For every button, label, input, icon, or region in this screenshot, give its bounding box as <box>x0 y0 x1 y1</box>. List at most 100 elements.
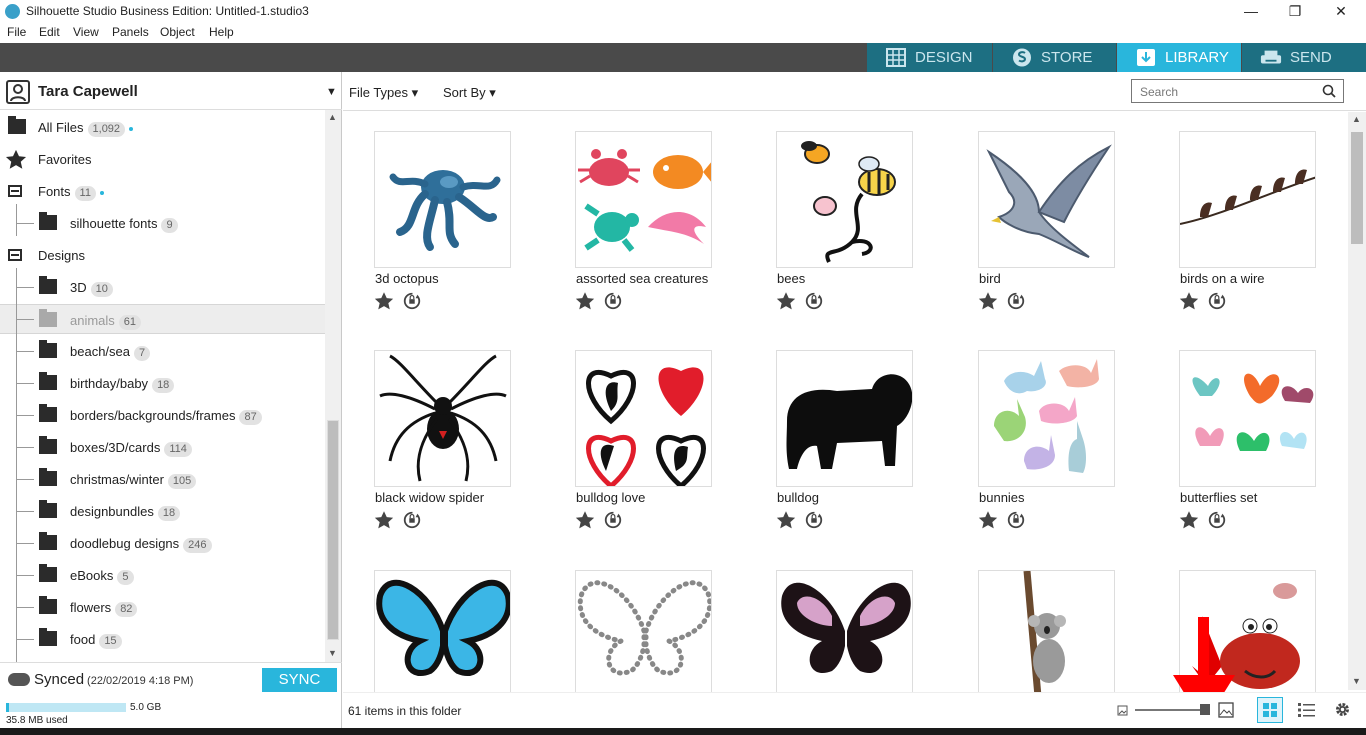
grid-scrollbar[interactable]: ▲ ▼ <box>1348 112 1366 690</box>
collapse-icon[interactable] <box>8 249 22 261</box>
design-card-birds-on-a-wire[interactable]: birds on a wire <box>1179 131 1319 331</box>
design-card-assorted-sea-creatures[interactable]: assorted sea creatures <box>575 131 715 331</box>
list-view-icon[interactable] <box>1298 702 1315 718</box>
design-card-pinkbutterfly[interactable] <box>776 570 916 692</box>
menu-panels[interactable]: Panels <box>112 25 149 39</box>
design-thumbnail[interactable] <box>374 350 511 487</box>
folder-item-designbundles[interactable]: designbundles 18 <box>0 496 325 526</box>
favorite-star-icon[interactable] <box>374 510 394 530</box>
design-card-black-widow-spider[interactable]: black widow spider <box>374 350 514 550</box>
design-thumbnail[interactable] <box>776 350 913 487</box>
folder-item-beach-sea[interactable]: beach/sea 7 <box>0 336 325 366</box>
grid-view-button[interactable] <box>1257 697 1283 723</box>
design-thumbnail[interactable] <box>575 131 712 268</box>
cloud-sync-icon[interactable] <box>402 510 422 530</box>
folder-item-boxes-3d-cards[interactable]: boxes/3D/cards 114 <box>0 432 325 462</box>
cloud-sync-icon[interactable] <box>1006 291 1026 311</box>
design-card-bulldog-love[interactable]: bulldog love <box>575 350 715 550</box>
favorite-star-icon[interactable] <box>1179 291 1199 311</box>
file-types-dropdown[interactable]: File Types ▾ <box>349 85 418 101</box>
search-icon[interactable] <box>1322 84 1336 98</box>
folder-item-flowers[interactable]: flowers 82 <box>0 592 325 622</box>
favorite-star-icon[interactable] <box>776 291 796 311</box>
design-card-dotbutterfly[interactable] <box>575 570 715 692</box>
folder-item-favorites[interactable]: Favorites <box>0 144 325 174</box>
design-thumbnail[interactable] <box>978 570 1115 692</box>
sort-by-dropdown[interactable]: Sort By ▾ <box>443 85 496 101</box>
restore-icon[interactable]: ❐ <box>1272 0 1318 23</box>
favorite-star-icon[interactable] <box>374 291 394 311</box>
favorite-star-icon[interactable] <box>575 510 595 530</box>
gear-icon[interactable] <box>1334 701 1351 718</box>
tab-design[interactable]: DESIGN <box>867 43 992 72</box>
design-thumbnail[interactable] <box>374 570 511 692</box>
cloud-sync-icon[interactable] <box>402 291 422 311</box>
menu-help[interactable]: Help <box>209 25 234 39</box>
minimize-icon[interactable]: — <box>1228 0 1274 23</box>
design-card-koala[interactable] <box>978 570 1118 692</box>
zoom-slider-handle[interactable] <box>1200 704 1210 715</box>
scroll-down-icon[interactable]: ▼ <box>328 648 337 658</box>
scroll-down-icon[interactable]: ▼ <box>1352 676 1361 686</box>
cloud-sync-icon[interactable] <box>804 291 824 311</box>
search-input[interactable]: Search <box>1131 79 1344 103</box>
scroll-up-icon[interactable]: ▲ <box>328 112 337 122</box>
menu-edit[interactable]: Edit <box>39 25 60 39</box>
tab-library[interactable]: LIBRARY <box>1117 43 1241 72</box>
favorite-star-icon[interactable] <box>978 510 998 530</box>
collapse-icon[interactable] <box>8 185 22 197</box>
design-card-bunnies[interactable]: bunnies <box>978 350 1118 550</box>
tab-store[interactable]: STORE <box>993 43 1116 72</box>
cloud-sync-icon[interactable] <box>804 510 824 530</box>
folder-item-birthday-baby[interactable]: birthday/baby 18 <box>0 368 325 398</box>
favorite-star-icon[interactable] <box>978 291 998 311</box>
folder-item-3d[interactable]: 3D 10 <box>0 272 325 302</box>
scroll-up-icon[interactable]: ▲ <box>1352 114 1361 124</box>
favorite-star-icon[interactable] <box>1179 510 1199 530</box>
design-thumbnail[interactable] <box>374 131 511 268</box>
menu-file[interactable]: File <box>7 25 26 39</box>
design-thumbnail[interactable] <box>776 131 913 268</box>
zoom-slider[interactable] <box>1135 709 1205 711</box>
folder-item-silhouette-fonts[interactable]: silhouette fonts 9 <box>0 208 325 238</box>
favorite-star-icon[interactable] <box>575 291 595 311</box>
folder-item-designs[interactable]: Designs <box>0 240 325 270</box>
design-thumbnail[interactable] <box>575 350 712 487</box>
user-selector[interactable]: Tara Capewell ▼ <box>0 72 342 110</box>
folder-item-animals[interactable]: animals 61 <box>0 304 325 334</box>
close-icon[interactable]: ✕ <box>1318 0 1364 23</box>
favorite-star-icon[interactable] <box>776 510 796 530</box>
design-thumbnail[interactable] <box>575 570 712 692</box>
design-card-bird[interactable]: bird <box>978 131 1118 331</box>
design-thumbnail[interactable] <box>978 131 1115 268</box>
folder-item-ebooks[interactable]: eBooks 5 <box>0 560 325 590</box>
folder-item-borders-backgrounds-frames[interactable]: borders/backgrounds/frames 87 <box>0 400 325 430</box>
cloud-sync-icon[interactable] <box>1006 510 1026 530</box>
cloud-sync-icon[interactable] <box>603 510 623 530</box>
design-card-bluebutterfly[interactable] <box>374 570 514 692</box>
cloud-sync-icon[interactable] <box>603 291 623 311</box>
cloud-sync-icon[interactable] <box>1207 510 1227 530</box>
sidebar-scrollbar[interactable]: ▲ ▼ <box>325 110 341 662</box>
design-card-3d-octopus[interactable]: 3d octopus <box>374 131 514 331</box>
design-thumbnail[interactable] <box>1179 350 1316 487</box>
scroll-thumb[interactable] <box>327 420 339 640</box>
folder-item-christmas-winter[interactable]: christmas/winter 105 <box>0 464 325 494</box>
design-thumbnail[interactable] <box>978 350 1115 487</box>
menu-object[interactable]: Object <box>160 25 195 39</box>
menu-view[interactable]: View <box>73 25 99 39</box>
design-thumbnail[interactable] <box>776 570 913 692</box>
tab-send[interactable]: SEND <box>1242 43 1366 72</box>
folder-item-food[interactable]: food 15 <box>0 624 325 654</box>
sync-button[interactable]: SYNC <box>262 668 337 692</box>
folder-item-all-files[interactable]: All Files 1,092 <box>0 112 325 142</box>
chevron-down-icon[interactable]: ▼ <box>326 86 337 98</box>
design-card-bulldog[interactable]: bulldog <box>776 350 916 550</box>
folder-item-doodlebug-designs[interactable]: doodlebug designs 246 <box>0 528 325 558</box>
design-thumbnail[interactable] <box>1179 131 1316 268</box>
design-card-butterflies-set[interactable]: butterflies set <box>1179 350 1319 550</box>
design-card-bees[interactable]: bees <box>776 131 916 331</box>
folder-item-fonts[interactable]: Fonts 11 <box>0 176 325 206</box>
scroll-thumb[interactable] <box>1351 132 1363 244</box>
cloud-sync-icon[interactable] <box>1207 291 1227 311</box>
